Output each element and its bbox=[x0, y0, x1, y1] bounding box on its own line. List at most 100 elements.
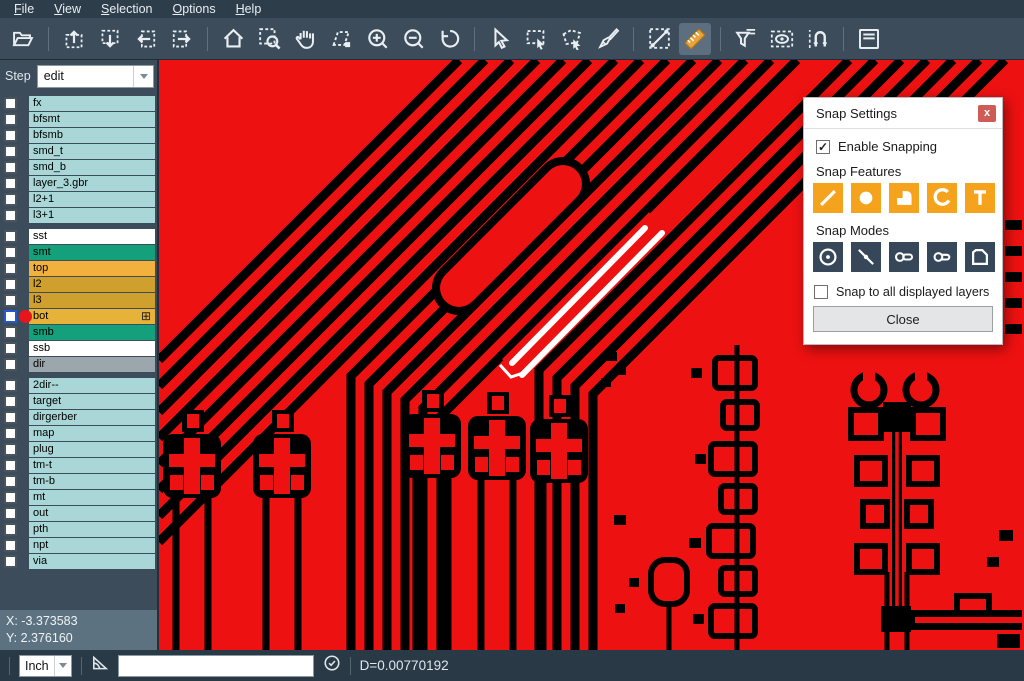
layer-visibility-checkbox[interactable] bbox=[4, 193, 17, 206]
layer-visibility-checkbox[interactable] bbox=[4, 294, 17, 307]
chevron-down-icon[interactable] bbox=[133, 66, 153, 87]
snap-magnet-icon[interactable] bbox=[802, 23, 834, 55]
layer-visibility-checkbox[interactable] bbox=[4, 459, 17, 472]
layer-name[interactable]: mt bbox=[29, 490, 155, 505]
layer-visibility-checkbox[interactable] bbox=[4, 507, 17, 520]
layer-name[interactable]: sst bbox=[29, 229, 155, 244]
layer-name[interactable]: top bbox=[29, 261, 155, 276]
snap-point-on-line-icon[interactable] bbox=[851, 242, 881, 272]
layer-name[interactable]: plug bbox=[29, 442, 155, 457]
layer-visibility-checkbox[interactable] bbox=[4, 342, 17, 355]
layer-name[interactable]: bfsmt bbox=[29, 112, 155, 127]
dialog-titlebar[interactable]: Snap Settings x bbox=[804, 98, 1002, 129]
layer-name[interactable]: smd_b bbox=[29, 160, 155, 175]
snap-all-layers-checkbox[interactable] bbox=[814, 285, 828, 299]
layer-visibility-checkbox[interactable] bbox=[4, 246, 17, 259]
layer-name[interactable]: dirgerber bbox=[29, 410, 155, 425]
snap-arc-icon[interactable] bbox=[927, 183, 957, 213]
filter-icon[interactable] bbox=[730, 23, 762, 55]
menu-view[interactable]: View bbox=[44, 1, 91, 17]
zoom-out-icon[interactable] bbox=[397, 23, 429, 55]
step-select[interactable]: edit bbox=[37, 65, 154, 88]
layer-name[interactable]: fx bbox=[29, 96, 155, 111]
move-view-left-icon[interactable] bbox=[130, 23, 162, 55]
select-rectangle-icon[interactable] bbox=[520, 23, 552, 55]
close-icon[interactable]: x bbox=[978, 105, 996, 122]
layers-panel-icon[interactable] bbox=[853, 23, 885, 55]
layer-name[interactable]: l3+1 bbox=[29, 208, 155, 223]
layer-name[interactable]: bfsmb bbox=[29, 128, 155, 143]
layer-name[interactable]: tm-b bbox=[29, 474, 155, 489]
layer-visibility-checkbox[interactable] bbox=[4, 278, 17, 291]
layer-name[interactable]: tm-t bbox=[29, 458, 155, 473]
command-input[interactable] bbox=[118, 655, 314, 677]
snap-center-icon[interactable] bbox=[813, 242, 843, 272]
layer-visibility-checkbox[interactable] bbox=[4, 491, 17, 504]
select-polygon-icon[interactable] bbox=[556, 23, 588, 55]
home-view-icon[interactable] bbox=[217, 23, 249, 55]
zoom-polygon-icon[interactable] bbox=[325, 23, 357, 55]
layer-visibility-checkbox[interactable] bbox=[4, 145, 17, 158]
layer-visibility-checkbox[interactable] bbox=[4, 475, 17, 488]
layer-name[interactable]: npt bbox=[29, 538, 155, 553]
layer-visibility-checkbox[interactable] bbox=[4, 326, 17, 339]
zoom-window-icon[interactable] bbox=[253, 23, 285, 55]
layer-visibility-checkbox[interactable] bbox=[4, 379, 17, 392]
layer-name[interactable]: target bbox=[29, 394, 155, 409]
pan-hand-icon[interactable] bbox=[289, 23, 321, 55]
layer-name[interactable]: out bbox=[29, 506, 155, 521]
chevron-down-icon[interactable] bbox=[54, 656, 71, 676]
layer-name[interactable]: map bbox=[29, 426, 155, 441]
layer-name[interactable]: dir bbox=[29, 357, 155, 372]
layer-name[interactable]: l3 bbox=[29, 293, 155, 308]
snap-contour-icon[interactable] bbox=[965, 242, 995, 272]
layer-visibility-checkbox[interactable] bbox=[4, 411, 17, 424]
layer-visibility-checkbox[interactable] bbox=[4, 230, 17, 243]
layer-grid-icon[interactable]: ⊞ bbox=[141, 311, 151, 322]
layer-name[interactable]: smt bbox=[29, 245, 155, 260]
move-view-down-icon[interactable] bbox=[94, 23, 126, 55]
menu-selection[interactable]: Selection bbox=[91, 1, 162, 17]
pcb-canvas[interactable]: Snap Settings x ✓ Enable Snapping Snap F… bbox=[159, 60, 1024, 650]
snap-symbol-outline-icon[interactable] bbox=[927, 242, 957, 272]
layer-visibility-checkbox[interactable] bbox=[4, 395, 17, 408]
snap-text-icon[interactable] bbox=[965, 183, 995, 213]
layer-visibility-checkbox[interactable] bbox=[4, 539, 17, 552]
menu-file[interactable]: File bbox=[4, 1, 44, 17]
layer-visibility-checkbox[interactable] bbox=[4, 523, 17, 536]
snap-surface-icon[interactable] bbox=[889, 183, 919, 213]
measure-ruler-icon[interactable] bbox=[679, 23, 711, 55]
move-view-up-icon[interactable] bbox=[58, 23, 90, 55]
layer-name[interactable]: via bbox=[29, 554, 155, 569]
menu-options[interactable]: Options bbox=[162, 1, 225, 17]
paint-select-icon[interactable] bbox=[592, 23, 624, 55]
snap-line-icon[interactable] bbox=[813, 183, 843, 213]
layer-name[interactable]: ssb bbox=[29, 341, 155, 356]
zoom-previous-icon[interactable] bbox=[433, 23, 465, 55]
view-options-icon[interactable] bbox=[766, 23, 798, 55]
open-file-icon[interactable] bbox=[7, 23, 39, 55]
layer-visibility-checkbox[interactable] bbox=[4, 113, 17, 126]
layer-visibility-checkbox[interactable] bbox=[4, 310, 17, 323]
layer-visibility-checkbox[interactable] bbox=[4, 129, 17, 142]
layer-name[interactable]: smd_t bbox=[29, 144, 155, 159]
check-circle-icon[interactable] bbox=[323, 654, 341, 677]
layer-visibility-checkbox[interactable] bbox=[4, 555, 17, 568]
unit-select[interactable]: Inch bbox=[19, 655, 72, 677]
layer-visibility-checkbox[interactable] bbox=[4, 262, 17, 275]
layer-name[interactable]: 2dir-- bbox=[29, 378, 155, 393]
move-view-right-icon[interactable] bbox=[166, 23, 198, 55]
layer-name[interactable]: l2+1 bbox=[29, 192, 155, 207]
layer-visibility-checkbox[interactable] bbox=[4, 161, 17, 174]
layer-visibility-checkbox[interactable] bbox=[4, 209, 17, 222]
layer-name[interactable]: pth bbox=[29, 522, 155, 537]
layer-name[interactable]: l2 bbox=[29, 277, 155, 292]
layer-visibility-checkbox[interactable] bbox=[4, 177, 17, 190]
layer-name[interactable]: layer_3.gbr bbox=[29, 176, 155, 191]
layer-name[interactable]: bot⊞ bbox=[29, 309, 155, 324]
snap-symbol-slot-icon[interactable] bbox=[889, 242, 919, 272]
layer-visibility-checkbox[interactable] bbox=[4, 97, 17, 110]
layer-visibility-checkbox[interactable] bbox=[4, 358, 17, 371]
menu-help[interactable]: Help bbox=[226, 1, 272, 17]
layer-name[interactable]: smb bbox=[29, 325, 155, 340]
